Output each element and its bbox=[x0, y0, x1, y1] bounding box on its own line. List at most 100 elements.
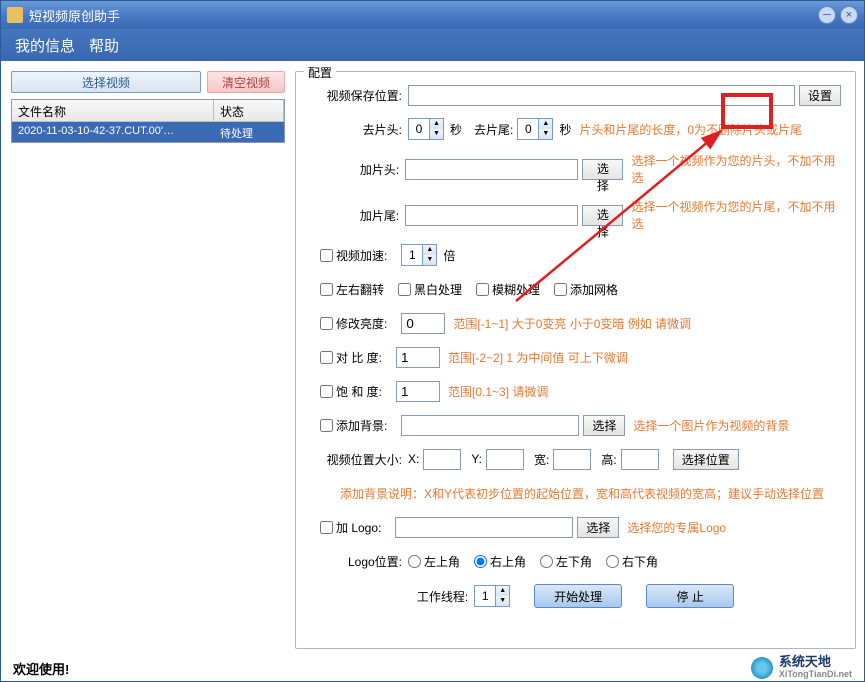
bg-hint: 选择一个图片作为视频的背景 bbox=[633, 417, 789, 434]
select-video-button[interactable]: 选择视频 bbox=[11, 71, 201, 93]
clear-video-button[interactable]: 清空视频 bbox=[207, 71, 285, 93]
config-panel: 配置 视频保存位置: 设置 去片头: ▲▼ 秒 去片尾: ▲▼ 秒 片头和片尾的… bbox=[295, 71, 856, 649]
contrast-input[interactable] bbox=[396, 347, 440, 368]
saturation-input[interactable] bbox=[396, 381, 440, 402]
radio-bottom-right[interactable] bbox=[606, 555, 619, 568]
grid-checkbox[interactable] bbox=[554, 283, 567, 296]
radio-top-left[interactable] bbox=[408, 555, 421, 568]
speed-checkbox[interactable] bbox=[320, 249, 333, 262]
add-tail-hint: 选择一个视频作为您的片尾，不加不用选 bbox=[631, 198, 841, 232]
trim-head-input[interactable] bbox=[409, 119, 429, 139]
row-add-tail: 加片尾: 选择 选择一个视频作为您的片尾，不加不用选 bbox=[310, 198, 841, 232]
close-button[interactable]: × bbox=[840, 6, 858, 24]
add-head-label: 加片头: bbox=[310, 161, 399, 178]
logo-label: 加 Logo: bbox=[336, 519, 381, 536]
config-legend: 配置 bbox=[304, 64, 336, 81]
cell-status: 待处理 bbox=[214, 122, 284, 142]
brightness-input[interactable] bbox=[401, 313, 445, 334]
cell-filename: 2020-11-03-10-42-37.CUT.00'… bbox=[12, 122, 214, 142]
bw-checkbox[interactable] bbox=[398, 283, 411, 296]
row-speed: 视频加速: ▲▼ 倍 bbox=[310, 244, 841, 266]
logo-pos-label: Logo位置: bbox=[310, 553, 402, 570]
start-button[interactable]: 开始处理 bbox=[534, 584, 622, 608]
bg-label: 添加背景: bbox=[336, 417, 387, 434]
table-row[interactable]: 2020-11-03-10-42-37.CUT.00'… 待处理 bbox=[12, 122, 284, 142]
row-effects: 左右翻转 黑白处理 模糊处理 添加网格 bbox=[320, 278, 841, 300]
trim-tail-spinner[interactable]: ▲▼ bbox=[517, 118, 553, 140]
saturation-label: 饱 和 度: bbox=[336, 383, 382, 400]
speed-input[interactable] bbox=[402, 245, 422, 265]
threads-input[interactable] bbox=[475, 586, 495, 606]
up-icon[interactable]: ▲ bbox=[423, 245, 436, 255]
add-tail-label: 加片尾: bbox=[310, 207, 399, 224]
bg-input[interactable] bbox=[401, 415, 579, 436]
speed-spinner[interactable]: ▲▼ bbox=[401, 244, 437, 266]
minimize-button[interactable]: ─ bbox=[818, 6, 836, 24]
saturation-checkbox[interactable] bbox=[320, 385, 333, 398]
welcome-text: 欢迎使用! bbox=[13, 659, 69, 678]
threads-label: 工作线程: bbox=[417, 588, 468, 605]
down-icon[interactable]: ▼ bbox=[430, 129, 443, 139]
pos-label: 视频位置大小: bbox=[310, 451, 402, 468]
window-controls: ─ × bbox=[818, 6, 858, 24]
select-tail-button[interactable]: 选择 bbox=[582, 205, 623, 226]
threads-spinner[interactable]: ▲▼ bbox=[474, 585, 510, 607]
set-location-button[interactable]: 设置 bbox=[799, 85, 841, 106]
y-input[interactable] bbox=[486, 449, 524, 470]
radio-bottom-left[interactable] bbox=[540, 555, 553, 568]
row-add-head: 加片头: 选择 选择一个视频作为您的片头，不加不用选 bbox=[310, 152, 841, 186]
h-input[interactable] bbox=[621, 449, 659, 470]
app-icon bbox=[7, 7, 23, 23]
col-filename[interactable]: 文件名称 bbox=[12, 100, 214, 121]
save-loc-label: 视频保存位置: bbox=[310, 87, 402, 104]
add-head-input[interactable] bbox=[405, 159, 578, 180]
up-icon[interactable]: ▲ bbox=[539, 119, 552, 129]
save-loc-input[interactable] bbox=[408, 85, 795, 106]
contrast-hint: 范围[-2~2] 1 为中间值 可上下微调 bbox=[448, 349, 628, 366]
down-icon[interactable]: ▼ bbox=[423, 255, 436, 265]
watermark-en: XiTongTianDi.net bbox=[779, 668, 852, 680]
speed-label: 视频加速: bbox=[336, 247, 387, 264]
select-head-button[interactable]: 选择 bbox=[582, 159, 623, 180]
x-label: X: bbox=[408, 452, 419, 466]
radio-top-right[interactable] bbox=[474, 555, 487, 568]
window-title: 短视频原创助手 bbox=[29, 6, 818, 25]
up-icon[interactable]: ▲ bbox=[430, 119, 443, 129]
blur-label: 模糊处理 bbox=[492, 281, 540, 298]
trim-head-label: 去片头: bbox=[310, 121, 402, 138]
up-icon[interactable]: ▲ bbox=[496, 586, 509, 596]
blur-checkbox[interactable] bbox=[476, 283, 489, 296]
trim-tail-input[interactable] bbox=[518, 119, 538, 139]
row-background: 添加背景: 选择 选择一个图片作为视频的背景 bbox=[320, 414, 841, 436]
watermark-cn: 系统天地 bbox=[779, 656, 852, 668]
menu-myinfo[interactable]: 我的信息 bbox=[15, 35, 75, 56]
select-bg-button[interactable]: 选择 bbox=[583, 415, 625, 436]
down-icon[interactable]: ▼ bbox=[539, 129, 552, 139]
stop-button[interactable]: 停 止 bbox=[646, 584, 734, 608]
x-input[interactable] bbox=[423, 449, 461, 470]
logo-input[interactable] bbox=[395, 517, 573, 538]
brightness-label: 修改亮度: bbox=[336, 315, 387, 332]
add-tail-input[interactable] bbox=[405, 205, 578, 226]
row-actions: 工作线程: ▲▼ 开始处理 停 止 bbox=[310, 584, 841, 608]
bg-checkbox[interactable] bbox=[320, 419, 333, 432]
select-logo-button[interactable]: 选择 bbox=[577, 517, 619, 538]
logo-hint: 选择您的专属Logo bbox=[627, 519, 726, 536]
trim-head-spinner[interactable]: ▲▼ bbox=[408, 118, 444, 140]
content-area: 选择视频 清空视频 文件名称 状态 2020-11-03-10-42-37.CU… bbox=[1, 61, 864, 655]
w-input[interactable] bbox=[553, 449, 591, 470]
w-label: 宽: bbox=[534, 451, 549, 468]
down-icon[interactable]: ▼ bbox=[496, 596, 509, 606]
y-label: Y: bbox=[471, 452, 482, 466]
flip-checkbox[interactable] bbox=[320, 283, 333, 296]
col-status[interactable]: 状态 bbox=[214, 100, 284, 121]
h-label: 高: bbox=[601, 451, 616, 468]
logo-checkbox[interactable] bbox=[320, 521, 333, 534]
select-position-button[interactable]: 选择位置 bbox=[673, 449, 739, 470]
row-contrast: 对 比 度: 范围[-2~2] 1 为中间值 可上下微调 bbox=[320, 346, 841, 368]
menu-help[interactable]: 帮助 bbox=[89, 35, 119, 56]
bw-label: 黑白处理 bbox=[414, 281, 462, 298]
watermark: 系统天地 XiTongTianDi.net bbox=[751, 656, 852, 680]
contrast-checkbox[interactable] bbox=[320, 351, 333, 364]
brightness-checkbox[interactable] bbox=[320, 317, 333, 330]
